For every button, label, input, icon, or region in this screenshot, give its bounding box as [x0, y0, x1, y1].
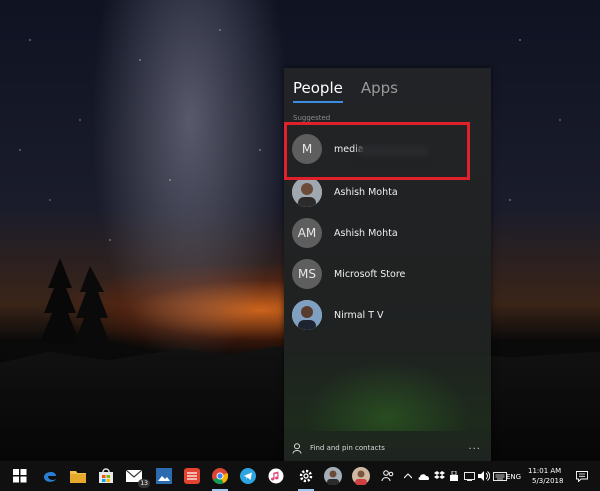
avatar: AM — [292, 218, 322, 248]
contact-item-ashish-photo[interactable]: Ashish Mohta — [284, 173, 491, 211]
people-icon[interactable] — [378, 466, 398, 486]
mail-badge: 13 — [138, 479, 150, 488]
avatar-initials: MS — [298, 267, 316, 281]
contact-name: Microsoft Store — [334, 268, 406, 280]
taskbar: 13 ENG 11:01 AM 5/3/2018 — [0, 461, 600, 491]
pine-trees — [40, 258, 110, 344]
chevron-up-icon[interactable] — [402, 466, 414, 486]
dropbox-icon[interactable] — [432, 466, 446, 486]
contact-item-microsoft-store[interactable]: MS Microsoft Store — [284, 255, 491, 293]
contact-item-nirmal[interactable]: Nirmal T V — [284, 296, 491, 334]
settings-icon[interactable] — [296, 466, 316, 491]
contact-name: Nirmal T V — [334, 309, 384, 321]
avatar-initials: AM — [297, 226, 317, 240]
contact-item-ashish[interactable]: AM Ashish Mohta — [284, 214, 491, 252]
avatar: MS — [292, 259, 322, 289]
tab-apps[interactable]: Apps — [361, 78, 398, 103]
more-options-button[interactable]: ··· — [468, 444, 481, 455]
action-icon[interactable] — [462, 466, 476, 486]
people-contact-2-icon[interactable] — [351, 466, 371, 486]
footer-label: Find and pin contacts — [310, 444, 385, 452]
person-photo-icon — [292, 300, 322, 330]
contact-item-media[interactable]: M media — [284, 130, 491, 168]
photos-icon[interactable] — [154, 466, 174, 486]
avatar: M — [292, 134, 322, 164]
contact-name: Ashish Mohta — [334, 186, 398, 198]
avatar-photo — [292, 300, 322, 330]
usb-icon[interactable] — [447, 466, 461, 486]
itunes-icon[interactable] — [266, 466, 286, 486]
contact-name: Ashish Mohta — [334, 227, 398, 239]
find-pin-contacts-button[interactable]: Find and pin contacts — [292, 441, 385, 455]
people-contact-1-icon[interactable] — [323, 466, 343, 486]
notifications-icon[interactable] — [574, 466, 590, 486]
avatar-photo — [292, 177, 322, 207]
edge-icon[interactable] — [40, 466, 60, 486]
onedrive-icon[interactable] — [417, 466, 431, 486]
file-explorer-icon[interactable] — [68, 466, 88, 486]
people-flyout: People Apps Suggested M media Ashish Moh… — [284, 68, 491, 461]
todoist-icon[interactable] — [182, 466, 202, 486]
store-icon[interactable] — [96, 466, 116, 486]
clock-date[interactable]: 5/3/2018 — [532, 477, 563, 485]
avatar-initials: M — [301, 142, 313, 156]
tab-people[interactable]: People — [293, 78, 343, 103]
language-indicator[interactable]: ENG — [506, 473, 521, 481]
person-photo-icon — [292, 177, 322, 207]
telegram-icon[interactable] — [238, 466, 258, 486]
redacted-text — [358, 146, 428, 156]
flyout-tabs: People Apps — [293, 78, 398, 103]
mail-icon[interactable]: 13 — [124, 466, 150, 488]
clock-time[interactable]: 11:01 AM — [528, 467, 561, 475]
start-icon[interactable] — [10, 466, 30, 486]
volume-icon[interactable] — [477, 466, 491, 486]
person-outline-icon — [292, 442, 302, 454]
section-label: Suggested — [293, 114, 331, 122]
chrome-icon[interactable] — [210, 466, 230, 491]
